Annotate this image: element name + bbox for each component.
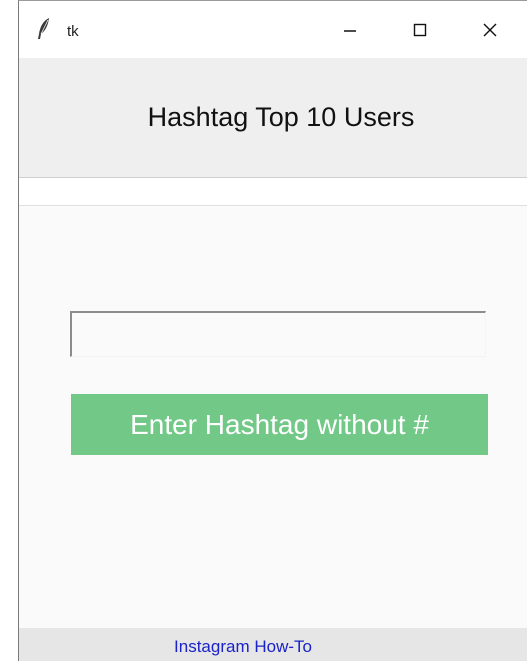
close-icon xyxy=(483,23,497,37)
maximize-button[interactable] xyxy=(385,1,455,58)
page-title: Hashtag Top 10 Users xyxy=(147,102,415,132)
minimize-icon xyxy=(343,23,357,37)
maximize-icon xyxy=(413,23,427,37)
app-window: tk Hashtag Top 10 Users Enter Hashtag wi… xyxy=(18,0,527,661)
hashtag-input[interactable] xyxy=(70,311,486,357)
instagram-howto-link[interactable]: Instagram How-To xyxy=(19,637,527,657)
title-bar[interactable]: tk xyxy=(19,1,527,58)
close-button[interactable] xyxy=(455,1,525,58)
footer-bar: Instagram How-To xyxy=(19,628,527,661)
window-title: tk xyxy=(67,23,79,40)
feather-icon xyxy=(35,17,53,41)
minimize-button[interactable] xyxy=(315,1,385,58)
separator-strip xyxy=(19,178,527,206)
submit-hashtag-button[interactable]: Enter Hashtag without # xyxy=(71,394,488,455)
header-panel: Hashtag Top 10 Users xyxy=(19,58,527,178)
